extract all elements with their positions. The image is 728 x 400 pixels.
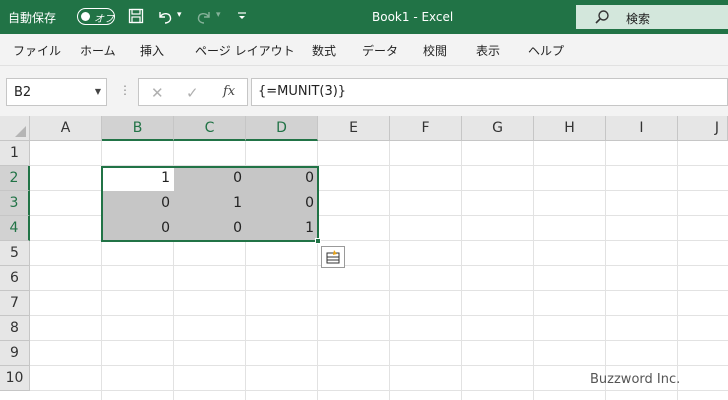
cell-d3[interactable]: 0 (246, 191, 318, 216)
tab-page-layout[interactable]: ページ レイアウト (195, 42, 295, 59)
row-header-10[interactable]: 10 (0, 366, 30, 391)
cell-d4[interactable]: 1 (246, 216, 318, 241)
tab-file[interactable]: ファイル (13, 42, 61, 59)
row-header-8[interactable]: 8 (0, 316, 30, 341)
redo-dropdown-icon[interactable]: ▾ (216, 10, 221, 20)
redo-icon[interactable] (194, 6, 214, 26)
tab-data[interactable]: データ (362, 42, 398, 59)
column-header-a[interactable]: A (30, 116, 102, 141)
ribbon-tabs: ファイル ホーム 挿入 ページ レイアウト 数式 データ 校閲 表示 ヘルプ (0, 34, 728, 66)
name-box-value: B2 (14, 85, 32, 100)
column-header-d[interactable]: D (246, 116, 318, 141)
row-header-2[interactable]: 2 (0, 166, 30, 191)
save-icon[interactable] (126, 6, 146, 26)
row-header-5[interactable]: 5 (0, 241, 30, 266)
quick-analysis-icon (326, 250, 340, 264)
column-header-c[interactable]: C (174, 116, 246, 141)
name-box[interactable]: B2 ▼ (6, 78, 107, 106)
column-header-e[interactable]: E (318, 116, 390, 141)
formula-bar: B2 ▼ ⋮ ✕ ✓ fx {=MUNIT(3)} (0, 66, 728, 116)
cell-d2[interactable]: 0 (246, 166, 318, 191)
toggle-knob (81, 12, 90, 21)
autosave-label: 自動保存 (8, 11, 57, 25)
tab-insert[interactable]: 挿入 (140, 42, 164, 59)
document-title: Book1 - Excel (372, 10, 454, 24)
select-all-button[interactable] (0, 116, 30, 141)
undo-icon[interactable] (155, 6, 175, 26)
title-bar: 自動保存 オフ ▾ ▾ Book1 - Excel 検索 (0, 0, 728, 34)
cell-area[interactable]: 1 0 0 0 1 0 0 0 1 (30, 141, 728, 400)
tab-review[interactable]: 校閲 (423, 42, 447, 59)
column-header-j[interactable]: J (678, 116, 728, 141)
tab-formulas[interactable]: 数式 (312, 42, 336, 59)
search-placeholder: 検索 (626, 12, 651, 26)
cell-c2[interactable]: 0 (174, 166, 246, 191)
watermark: Buzzword Inc. (590, 372, 681, 387)
column-header-h[interactable]: H (534, 116, 606, 141)
select-all-icon (15, 126, 26, 137)
quick-analysis-button[interactable] (321, 246, 345, 268)
enter-icon[interactable]: ✓ (186, 84, 199, 102)
cell-c3[interactable]: 1 (174, 191, 246, 216)
fill-handle[interactable] (315, 238, 321, 244)
autosave-toggle[interactable]: オフ (77, 8, 115, 25)
undo-dropdown-icon[interactable]: ▾ (177, 10, 182, 20)
column-header-g[interactable]: G (462, 116, 534, 141)
row-header-6[interactable]: 6 (0, 266, 30, 291)
column-header-i[interactable]: I (606, 116, 678, 141)
tab-help[interactable]: ヘルプ (528, 42, 564, 59)
formula-text: {=MUNIT(3)} (258, 84, 347, 99)
insert-function-icon[interactable]: fx (223, 84, 235, 99)
cell-c4[interactable]: 0 (174, 216, 246, 241)
formula-buttons: ✕ ✓ fx (138, 78, 248, 106)
row-header-4[interactable]: 4 (0, 216, 30, 241)
tab-view[interactable]: 表示 (476, 42, 500, 59)
row-header-9[interactable]: 9 (0, 341, 30, 366)
formula-bar-grip-icon[interactable]: ⋮ (119, 83, 131, 97)
column-header-b[interactable]: B (102, 116, 174, 141)
cell-b2[interactable]: 1 (102, 166, 174, 191)
search-icon (595, 10, 609, 24)
row-header-1[interactable]: 1 (0, 141, 30, 166)
row-header-3[interactable]: 3 (0, 191, 30, 216)
row-header-7[interactable]: 7 (0, 291, 30, 316)
search-box[interactable]: 検索 (576, 5, 728, 29)
tab-home[interactable]: ホーム (80, 42, 116, 59)
customize-toolbar-icon[interactable] (232, 6, 252, 26)
formula-input[interactable]: {=MUNIT(3)} (251, 78, 728, 106)
worksheet-grid[interactable]: A B C D E F G H I J 1 2 3 4 5 6 7 8 9 10… (0, 116, 728, 400)
cell-b4[interactable]: 0 (102, 216, 174, 241)
autosave-state: オフ (94, 14, 114, 25)
column-header-f[interactable]: F (390, 116, 462, 141)
cancel-icon[interactable]: ✕ (151, 84, 164, 102)
name-box-dropdown-icon[interactable]: ▼ (95, 87, 101, 96)
cell-b3[interactable]: 0 (102, 191, 174, 216)
